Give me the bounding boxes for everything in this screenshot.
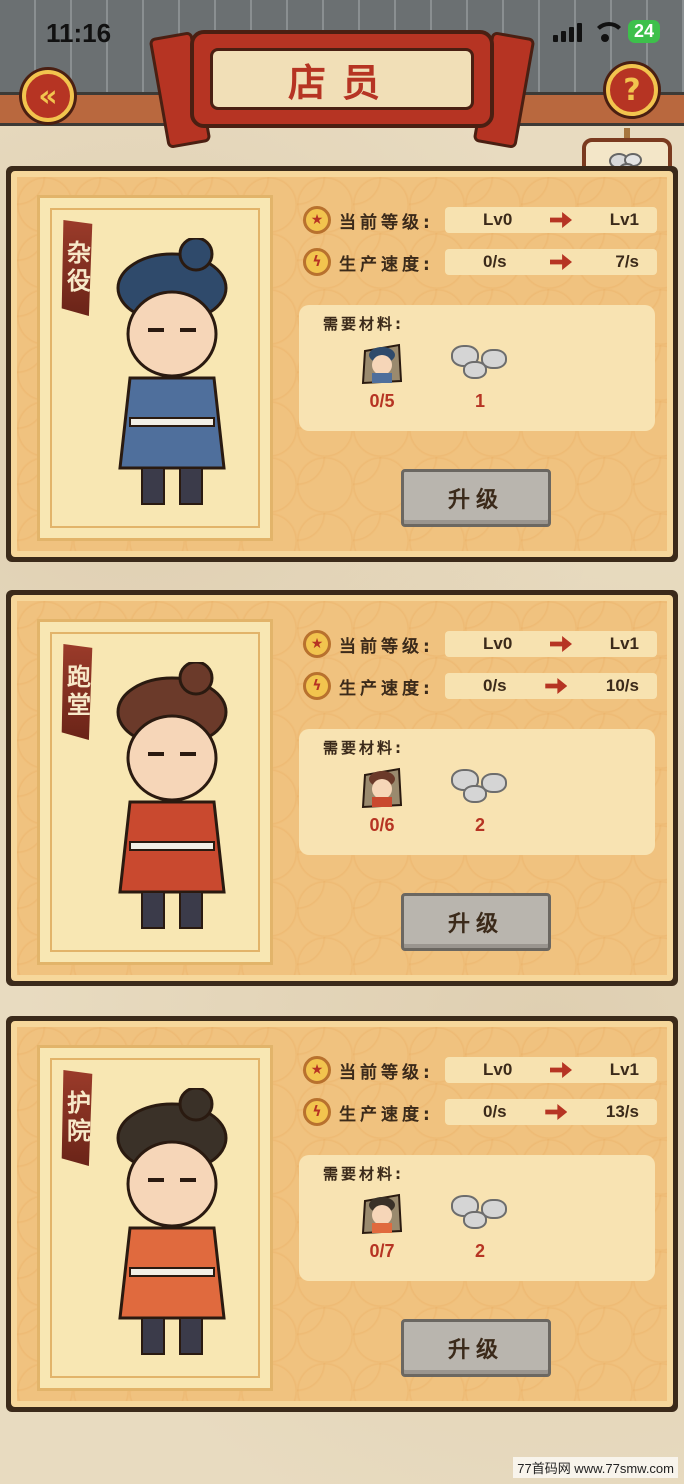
staff-figure-image bbox=[116, 238, 228, 505]
arrow-right-icon bbox=[545, 1104, 568, 1120]
name-badge: 杂役 bbox=[61, 220, 93, 316]
materials-title: 需要材料: bbox=[323, 1165, 404, 1183]
speed-to: 13/s bbox=[605, 1102, 639, 1121]
name-badge: 跑堂 bbox=[61, 644, 93, 740]
staff-card-1: 杂役 ★ 当前等级: Lv0 Lv1 ϟ 生产速度: 0/s 7/s 需要材料:… bbox=[6, 166, 678, 562]
level-from: Lv0 bbox=[483, 634, 513, 653]
level-from: Lv0 bbox=[483, 210, 513, 229]
material-fragment[interactable]: 0/6 bbox=[347, 765, 417, 836]
speed-from: 0/s bbox=[483, 1102, 507, 1121]
fragment-count: 0/7 bbox=[369, 1241, 395, 1261]
material-fragment[interactable]: 0/5 bbox=[347, 341, 417, 412]
materials-panel: 需要材料: 0/6 2 bbox=[299, 729, 655, 855]
fragment-count: 0/5 bbox=[369, 391, 395, 411]
question-mark-icon: ? bbox=[623, 72, 641, 108]
stone-icon bbox=[445, 341, 515, 385]
current-level-row: ★ 当前等级: Lv0 Lv1 bbox=[303, 1053, 657, 1087]
material-stone[interactable]: 2 bbox=[445, 1191, 515, 1262]
level-to: Lv1 bbox=[609, 634, 639, 653]
staff-name: 杂役 bbox=[62, 240, 92, 296]
star-icon: ★ bbox=[303, 206, 331, 234]
speed-to: 10/s bbox=[605, 676, 639, 695]
speed-label: 生产速度: bbox=[339, 678, 434, 699]
material-fragment[interactable]: 0/7 bbox=[347, 1191, 417, 1262]
staff-figure-image bbox=[116, 662, 228, 929]
stone-count: 2 bbox=[474, 1241, 485, 1261]
speed-pill: 0/s 7/s bbox=[445, 249, 657, 275]
back-arrow-icon: « bbox=[38, 78, 58, 114]
speed-row: ϟ 生产速度: 0/s 10/s bbox=[303, 669, 657, 703]
speed-label: 生产速度: bbox=[339, 254, 434, 275]
level-to: Lv1 bbox=[609, 1060, 639, 1079]
title-banner: 店员 bbox=[148, 24, 536, 149]
speed-pill: 0/s 10/s bbox=[445, 673, 657, 699]
speed-pill: 0/s 13/s bbox=[445, 1099, 657, 1125]
stone-icon bbox=[445, 1191, 515, 1235]
current-level-row: ★ 当前等级: Lv0 Lv1 bbox=[303, 203, 657, 237]
level-to: Lv1 bbox=[609, 210, 639, 229]
staff-card-3: 护院 ★ 当前等级: Lv0 Lv1 ϟ 生产速度: 0/s 13/s 需要材料… bbox=[6, 1016, 678, 1412]
wifi-icon bbox=[591, 21, 626, 42]
status-time: 11:16 bbox=[46, 18, 112, 48]
staff-card-2: 跑堂 ★ 当前等级: Lv0 Lv1 ϟ 生产速度: 0/s 10/s 需要材料… bbox=[6, 590, 678, 986]
name-badge: 护院 bbox=[61, 1070, 93, 1166]
staff-name: 跑堂 bbox=[62, 664, 92, 720]
stone-icon bbox=[445, 765, 515, 809]
star-icon: ★ bbox=[303, 1056, 331, 1084]
speed-row: ϟ 生产速度: 0/s 7/s bbox=[303, 245, 657, 279]
staff-portrait: 跑堂 bbox=[37, 619, 273, 965]
speed-from: 0/s bbox=[483, 252, 507, 271]
level-pill: Lv0 Lv1 bbox=[445, 1057, 657, 1083]
stone-count: 1 bbox=[474, 391, 485, 411]
current-level-row: ★ 当前等级: Lv0 Lv1 bbox=[303, 627, 657, 661]
upgrade-button[interactable]: 升级 bbox=[401, 893, 551, 951]
current-level-label: 当前等级: bbox=[339, 212, 434, 233]
upgrade-button[interactable]: 升级 bbox=[401, 1319, 551, 1377]
staff-portrait: 护院 bbox=[37, 1045, 273, 1391]
speed-to: 7/s bbox=[615, 252, 639, 271]
arrow-right-icon bbox=[550, 636, 572, 652]
speed-row: ϟ 生产速度: 0/s 13/s bbox=[303, 1095, 657, 1129]
title-board: 店员 bbox=[190, 30, 494, 128]
material-stone[interactable]: 2 bbox=[445, 765, 515, 836]
lightning-icon: ϟ bbox=[303, 248, 331, 276]
staff-name: 护院 bbox=[62, 1090, 92, 1146]
speed-label: 生产速度: bbox=[339, 1104, 434, 1125]
watermark: 77首码网 www.77smw.com bbox=[513, 1457, 678, 1478]
back-button[interactable]: « bbox=[22, 70, 74, 122]
arrow-right-icon bbox=[550, 254, 572, 270]
materials-panel: 需要材料: 0/7 2 bbox=[299, 1155, 655, 1281]
current-level-label: 当前等级: bbox=[339, 1062, 434, 1083]
help-button[interactable]: ? bbox=[606, 64, 658, 116]
staff-fragment-icon bbox=[361, 341, 403, 385]
lightning-icon: ϟ bbox=[303, 672, 331, 700]
staff-fragment-icon bbox=[361, 765, 403, 809]
level-pill: Lv0 Lv1 bbox=[445, 207, 657, 233]
staff-fragment-icon bbox=[361, 1191, 403, 1235]
materials-title: 需要材料: bbox=[323, 739, 404, 757]
materials-panel: 需要材料: 0/5 1 bbox=[299, 305, 655, 431]
arrow-right-icon bbox=[545, 678, 568, 694]
lightning-icon: ϟ bbox=[303, 1098, 331, 1126]
material-stone[interactable]: 1 bbox=[445, 341, 515, 412]
status-icons: 24 bbox=[552, 20, 660, 43]
arrow-right-icon bbox=[550, 1062, 572, 1078]
upgrade-button[interactable]: 升级 bbox=[401, 469, 551, 527]
staff-figure-image bbox=[116, 1088, 228, 1355]
level-from: Lv0 bbox=[483, 1060, 513, 1079]
battery-icon: 24 bbox=[627, 20, 660, 43]
arrow-right-icon bbox=[550, 212, 572, 228]
signal-icon bbox=[552, 22, 582, 42]
staff-portrait: 杂役 bbox=[37, 195, 273, 541]
star-icon: ★ bbox=[303, 630, 331, 658]
level-pill: Lv0 Lv1 bbox=[445, 631, 657, 657]
fragment-count: 0/6 bbox=[369, 815, 395, 835]
current-level-label: 当前等级: bbox=[339, 636, 434, 657]
materials-title: 需要材料: bbox=[323, 315, 404, 333]
page-title: 店员 bbox=[287, 59, 396, 105]
speed-from: 0/s bbox=[483, 676, 507, 695]
stone-count: 2 bbox=[474, 815, 485, 835]
